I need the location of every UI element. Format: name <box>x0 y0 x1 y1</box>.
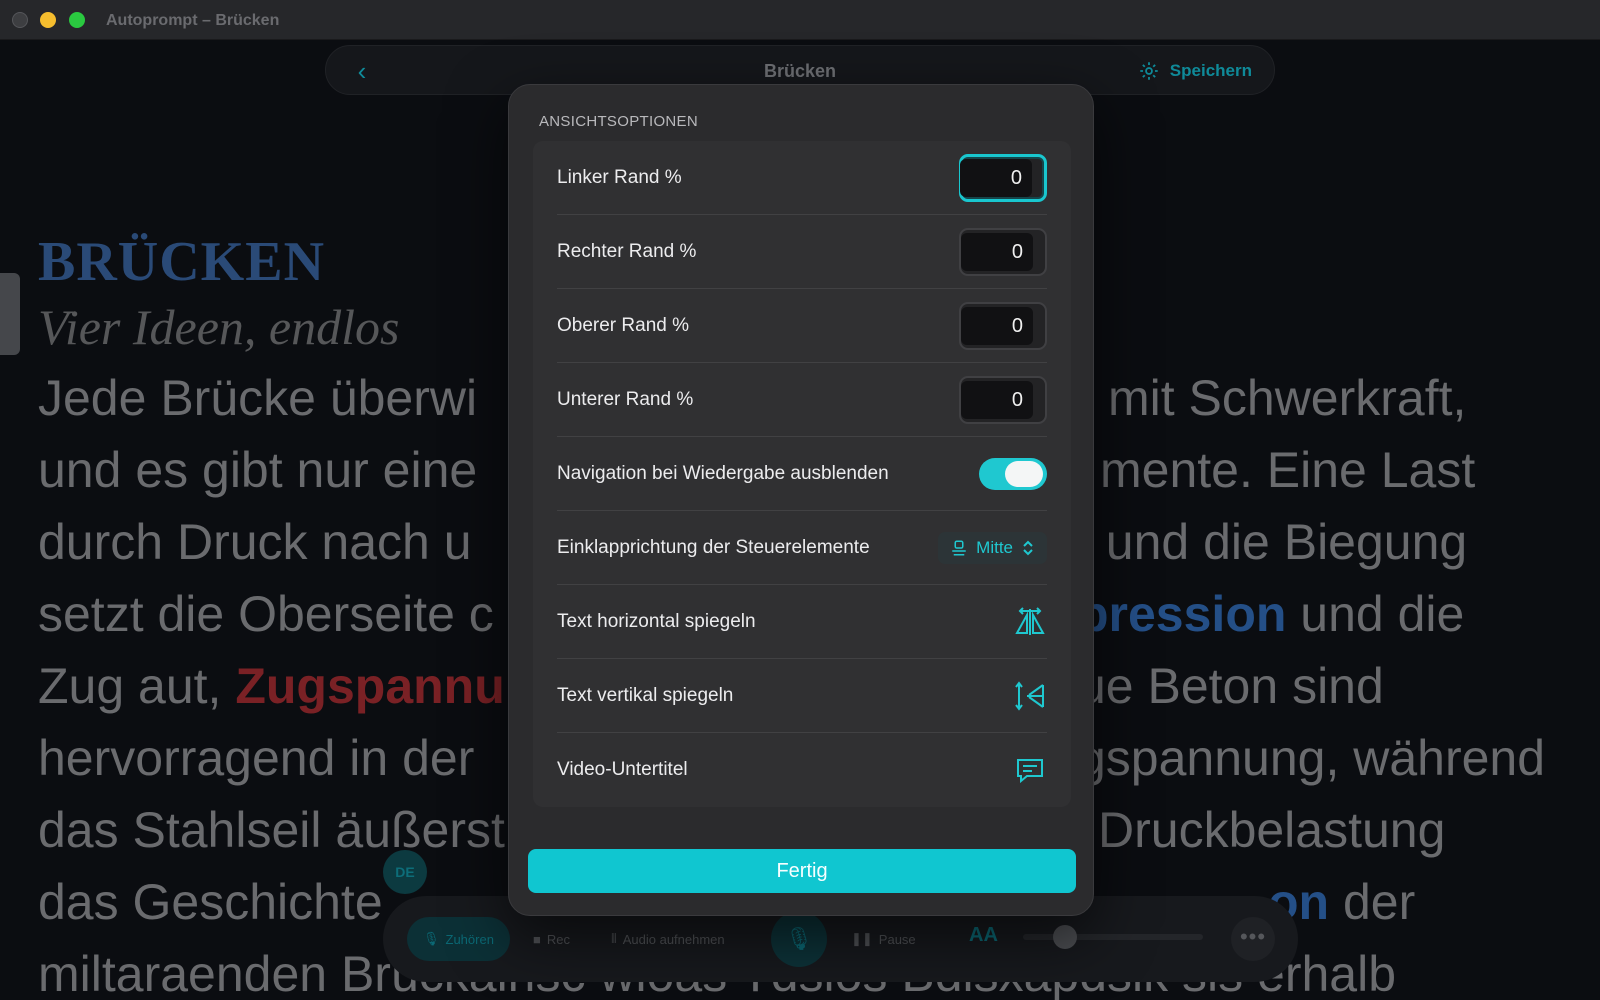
more-button[interactable]: ••• <box>1231 917 1275 961</box>
window-title: Autoprompt – Brücken <box>106 12 280 29</box>
microphone-icon: 🎙 <box>785 926 813 951</box>
microphone-button[interactable]: 🎙 <box>771 911 827 967</box>
language-badge[interactable]: DE <box>383 850 427 894</box>
document-line: hervorragend in der gspannung, während <box>38 730 1546 786</box>
window-maximize-button[interactable] <box>69 12 85 28</box>
hide-navigation-row: Navigation bei Wiedergabe ausblenden <box>557 437 1047 511</box>
video-subtitles-label: Video-Untertitel <box>557 759 688 780</box>
top-margin-row: Oberer Rand % <box>557 289 1047 363</box>
right-margin-input[interactable] <box>961 232 1033 271</box>
collapse-direction-row: Einklapprichtung der Steuerelemente Mitt… <box>557 511 1047 585</box>
collapse-direction-label: Einklapprichtung der Steuerelemente <box>557 536 870 558</box>
document-line: und es gibt nur eine mente. Eine Last <box>38 442 1476 498</box>
bottom-margin-row: Unterer Rand % <box>557 363 1047 437</box>
pause-icon: ❚❚ <box>851 931 873 946</box>
document-title: Brücken <box>763 61 837 81</box>
mirror-vertical-row: Text vertikal spiegeln <box>557 659 1047 733</box>
window-minimize-button[interactable] <box>40 12 56 28</box>
flip-vertical-icon[interactable] <box>1013 679 1047 713</box>
window-close-button[interactable] <box>12 12 28 28</box>
font-size-slider[interactable] <box>1023 925 1203 949</box>
save-label: Speichern <box>1169 61 1252 80</box>
bottom-margin-input[interactable] <box>961 380 1033 419</box>
dialog-header: ANSICHTSOPTIONEN <box>539 113 698 130</box>
collapse-direction-value: Mitte <box>976 537 1013 557</box>
left-margin-field-frame <box>959 153 1047 202</box>
listen-button[interactable]: 🎙 Zuhören <box>407 917 510 961</box>
collapse-direction-select[interactable]: Mitte <box>938 531 1047 564</box>
slider-knob[interactable] <box>1053 925 1077 949</box>
save-button[interactable]: Speichern <box>1138 58 1252 84</box>
title-bar: Autoprompt – Brücken <box>0 0 1600 40</box>
flip-horizontal-icon[interactable] <box>1013 605 1047 639</box>
right-margin-field-frame <box>959 227 1047 276</box>
mirror-horizontal-row: Text horizontal spiegeln <box>557 585 1047 659</box>
document-line: durch Druck nach ut und die Biegung <box>38 514 1468 570</box>
document-line: setzt die Oberseite c pression und die <box>38 586 1465 642</box>
document-line: Jede Brücke überwi mit Schwerkraft, <box>38 370 1467 426</box>
video-camera-icon: ■ <box>533 931 541 947</box>
waveform-icon: ⦀ <box>611 931 617 946</box>
done-button[interactable]: Fertig <box>528 849 1076 893</box>
pause-button[interactable]: ❚❚ Pause <box>851 926 916 952</box>
subtitles-icon[interactable] <box>1013 753 1047 787</box>
chevron-updown-icon <box>1023 540 1033 555</box>
hide-navigation-label: Navigation bei Wiedergabe ausblenden <box>557 462 889 484</box>
bottom-margin-field-frame <box>959 375 1047 424</box>
bottom-margin-label: Unterer Rand % <box>557 388 694 410</box>
view-options-dialog: ANSICHTSOPTIONEN Linker Rand % Rechter R… <box>508 84 1094 916</box>
rec-button[interactable]: ■ Rec <box>533 926 570 952</box>
top-margin-field-frame <box>959 301 1047 350</box>
hide-navigation-toggle[interactable] <box>979 457 1047 490</box>
left-margin-input[interactable] <box>960 158 1032 197</box>
mirror-horizontal-label: Text horizontal spiegeln <box>557 610 756 632</box>
microphone-icon: 🎙 <box>423 931 440 946</box>
scrollbar-handle[interactable] <box>0 273 20 355</box>
document-line: das Stahlseil äußerst Druckbelastung <box>38 802 1446 858</box>
left-margin-label: Linker Rand % <box>557 166 682 188</box>
video-subtitles-row: Video-Untertitel <box>557 733 1047 807</box>
options-list: Linker Rand % Rechter Rand % Oberer Rand… <box>533 141 1071 807</box>
right-margin-row: Rechter Rand % <box>557 215 1047 289</box>
align-center-icon <box>952 540 966 555</box>
left-margin-row: Linker Rand % <box>557 141 1047 215</box>
mirror-vertical-label: Text vertikal spiegeln <box>557 684 734 706</box>
toggle-knob <box>1005 460 1043 487</box>
top-margin-input[interactable] <box>961 306 1033 345</box>
document-line: das Geschichte on der <box>38 874 1416 930</box>
document-heading: BRÜCKEN <box>38 231 326 293</box>
font-size-icon[interactable]: AA <box>969 924 998 947</box>
top-margin-label: Oberer Rand % <box>557 314 690 336</box>
record-audio-button[interactable]: ⦀ Audio aufnehmen <box>611 926 725 952</box>
document-line: Zug aut, Zugspannu ue Beton sind <box>38 658 1384 714</box>
document-subtitle: Vier Ideen, endlos <box>38 299 400 355</box>
right-margin-label: Rechter Rand % <box>557 240 697 262</box>
gear-icon <box>1140 62 1158 80</box>
